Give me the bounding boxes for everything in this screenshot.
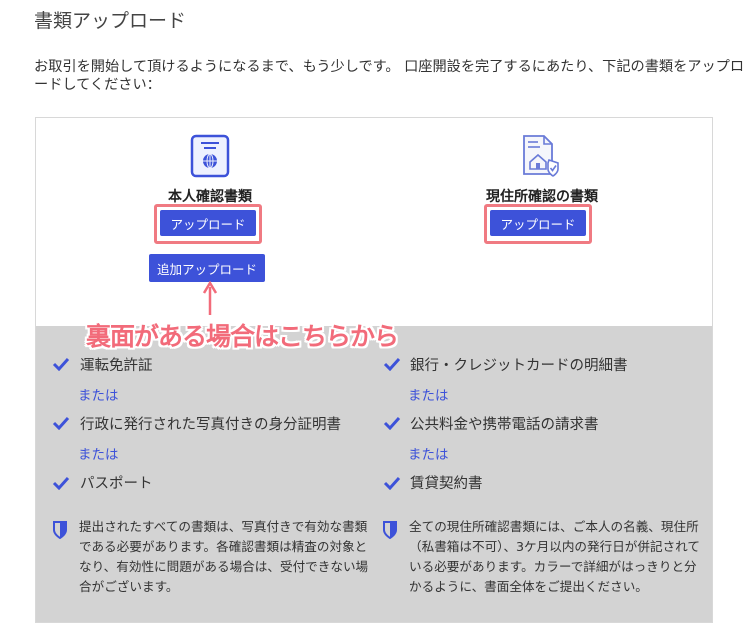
identity-upload-button[interactable]: アップロード [160,210,256,236]
annotation-arrow [202,281,218,315]
identity-item-photo-id: 行政に発行された写真付きの身分証明書 [80,417,341,433]
address-upload-button[interactable]: アップロード [490,210,586,236]
or-label: または [408,388,449,404]
shield-icon [53,521,67,539]
check-icon [52,416,70,430]
check-icon [52,357,70,371]
identity-item-license: 運転免許証 [80,358,153,374]
back-side-annotation: 裏面がある場合はこちらから [86,322,399,351]
or-label: または [408,447,449,463]
identity-note: 提出されたすべての書類は、写真付きで有効な書類である必要があります。各確認書類は… [79,519,369,594]
check-icon [383,416,401,430]
shield-icon [383,521,397,539]
address-item-bank-statement: 銀行・クレジットカードの明細書 [410,358,628,374]
address-item-utility-bill: 公共料金や携帯電話の請求書 [410,417,599,433]
passport-icon [190,134,230,178]
check-icon [383,476,401,490]
identity-title: 本人確認書類 [168,189,252,205]
identity-item-passport: パスポート [80,476,153,492]
address-note: 全ての現住所確認書類には、ご本人の名義、現住所（私書箱は不可）、3ケ月以内の発行… [409,519,700,594]
address-title: 現住所確認の書類 [486,189,598,205]
address-item-lease: 賃貸契約書 [410,476,483,492]
add-upload-button[interactable]: 追加アップロード [149,254,265,282]
address-document-icon [523,135,559,177]
or-label: または [78,388,119,404]
check-icon [52,476,70,490]
or-label: または [78,447,119,463]
page-title: 書類アップロード [34,10,187,32]
intro-text: お取引を開始して頂けるようになるまで、もう少しです。 口座開設を完了するにあたり… [34,59,745,93]
check-icon [383,357,401,371]
upload-card-top [36,118,712,326]
